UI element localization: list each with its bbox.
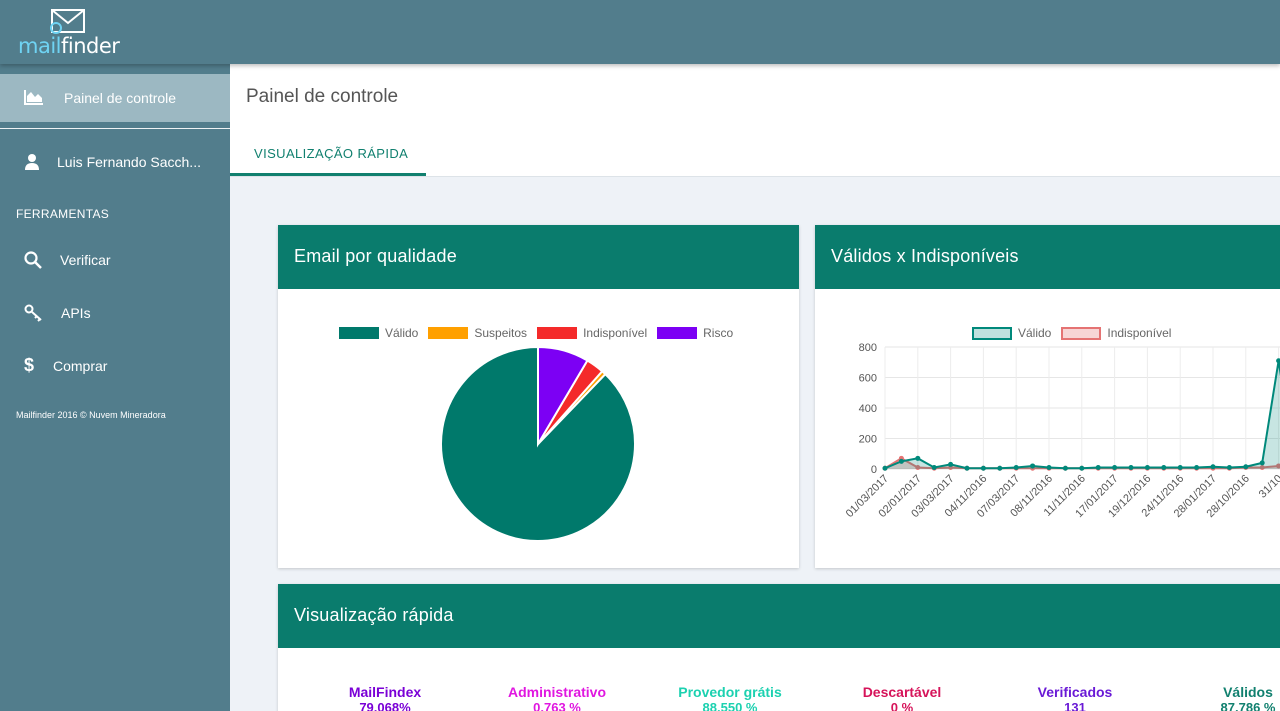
data-point[interactable] [1226,464,1232,470]
stat-value: 0,763 % [533,700,581,711]
data-point[interactable] [1259,460,1265,466]
stat-label: MailFindex [348,684,422,700]
y-tick-label: 0 [871,464,877,476]
key-icon [24,304,42,322]
sidebar-section-heading: FERRAMENTAS [16,207,110,221]
search-icon [24,251,42,269]
data-point[interactable] [1013,464,1019,470]
tab-label: VISUALIZAÇÃO RÁPIDA [254,146,409,161]
sidebar-item-label: Comprar [53,358,108,374]
data-point[interactable] [882,465,888,471]
top-bar: mailfinder [0,0,1280,64]
x-tick-label: 31/10 [1257,473,1280,501]
stat-value: 79,068% [359,700,411,711]
card-email-quality: Email por qualidade Válido Suspeitos Ind… [278,225,799,568]
sidebar-divider [0,128,230,129]
card-title: Visualização rápida [294,605,454,625]
sidebar-item-comprar[interactable]: $ Comprar [0,346,230,386]
y-tick-label: 400 [859,403,877,415]
sidebar-item-label: Painel de controle [64,90,177,106]
y-tick-label: 600 [859,373,877,385]
area-chart: 020040060080001/03/201702/01/201703/03/2… [844,342,1280,520]
data-point[interactable] [1243,464,1249,470]
sidebar-item-label: Luis Fernando Sacch... [57,154,201,170]
stat-validos: Válidos 87,786 % [1168,684,1280,711]
data-point[interactable] [1128,464,1134,470]
stat-label: Provedor grátis [678,684,782,700]
stat-value: 88,550 % [702,700,758,711]
stat-provedor-gratis: Provedor grátis 88,550 % [650,684,810,711]
data-point[interactable] [1161,464,1167,470]
user-icon [25,154,39,170]
card-header: Visualização rápida [278,584,1280,648]
tab-visualizacao-rapida[interactable]: VISUALIZAÇÃO RÁPIDA [230,134,426,176]
card-valid-unavailable: Válidos x Indisponíveis Válido Indisponí… [815,225,1280,568]
sidebar-item-label: APIs [61,305,91,321]
data-point[interactable] [898,458,904,464]
data-point[interactable] [1095,464,1101,470]
stat-label: Administrativo [507,684,606,700]
y-tick-label: 800 [859,342,877,354]
series-area-0 [885,360,1280,469]
data-point[interactable] [1194,464,1200,470]
data-point[interactable] [1079,465,1085,471]
sidebar-item-label: Verificar [60,252,111,268]
pie-chart [440,345,636,542]
data-point[interactable] [964,465,970,471]
dollar-icon: $ [24,355,35,375]
sidebar-item-user[interactable]: Luis Fernando Sacch... [0,142,230,182]
data-point[interactable] [931,464,937,470]
card-quick-view: Visualização rápida MailFindex 79,068% A… [278,584,1280,711]
sidebar-footer: Mailfinder 2016 © Nuvem Mineradora [16,410,166,420]
data-point[interactable] [1177,464,1183,470]
data-point[interactable] [1062,465,1068,471]
page-header: Painel de controle VISUALIZAÇÃO RÁPIDA [230,64,1280,177]
stat-descartavel: Descartável 0 % [822,684,982,711]
data-point[interactable] [1276,358,1280,364]
data-point[interactable] [1144,464,1150,470]
envelope-icon [50,9,85,34]
stat-label: Verificados [1037,684,1113,700]
logo-text: mailfinder [18,34,120,58]
data-point[interactable] [980,465,986,471]
stat-value: 131 [1064,700,1086,711]
data-point[interactable] [948,461,954,467]
area-chart-icon [24,90,43,105]
sidebar-item-painel-de-controle[interactable]: Painel de controle [0,74,230,122]
sidebar-item-apis[interactable]: APIs [0,293,230,333]
series-line-0 [884,360,1280,470]
stat-mailfindex: MailFindex 79,068% [305,684,465,711]
stat-value: 0 % [890,700,914,711]
stat-verificados: Verificados 131 [995,684,1155,711]
stat-label: Descartável [862,684,942,700]
data-point[interactable] [915,455,921,461]
data-point[interactable] [1030,463,1036,469]
data-point[interactable] [1210,464,1216,470]
sidebar: Painel de controle Luis Fernando Sacch..… [0,64,230,711]
sidebar-item-verificar[interactable]: Verificar [0,240,230,280]
data-point[interactable] [1046,464,1052,470]
page-title: Painel de controle [246,86,399,107]
stat-value: 87,786 % [1220,700,1276,711]
data-point[interactable] [997,465,1003,471]
y-tick-label: 200 [859,434,877,446]
stat-administrativo: Administrativo 0,763 % [477,684,637,711]
logo[interactable]: mailfinder [18,8,128,58]
data-point[interactable] [1112,464,1118,470]
stat-label: Válidos [1223,684,1273,700]
